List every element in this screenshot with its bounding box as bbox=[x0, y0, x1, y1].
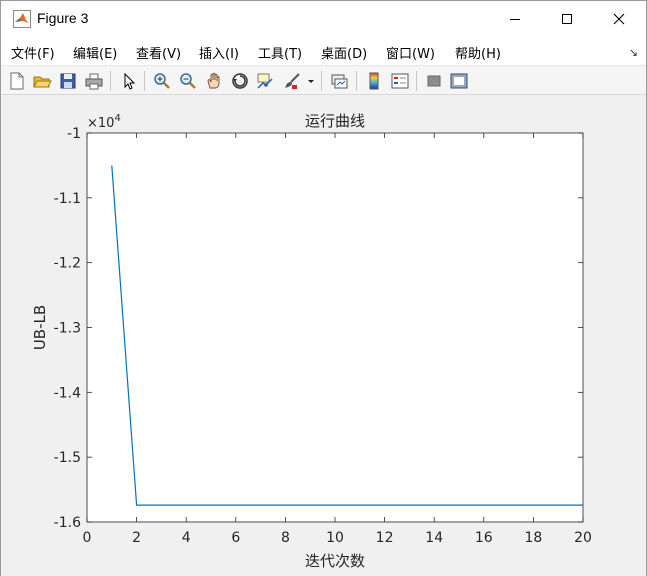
zoom-out-icon[interactable] bbox=[178, 71, 198, 91]
y-tick-label: -1.2 bbox=[54, 256, 81, 272]
toolbar-separator bbox=[110, 71, 111, 91]
close-button[interactable] bbox=[596, 1, 642, 37]
x-tick-label: 2 bbox=[132, 530, 141, 546]
x-tick-label: 0 bbox=[83, 530, 92, 546]
x-axis-label: 迭代次数 bbox=[305, 552, 365, 570]
plot-svg: 0 2 4 6 8 10 12 14 16 18 20 -1.6 -1.5 -1.4 -1.3 -1.2 -1.… bbox=[31, 112, 592, 570]
toolbar-separator bbox=[416, 71, 417, 91]
menu-view[interactable]: 查看(V) bbox=[136, 43, 181, 62]
y-exponent-base: ×10 bbox=[87, 116, 114, 131]
hide-tools-icon[interactable] bbox=[424, 71, 444, 91]
y-tick-label: -1 bbox=[67, 126, 81, 142]
figure-toolbar bbox=[1, 65, 646, 95]
y-tick-label: -1.1 bbox=[54, 191, 81, 207]
menu-insert[interactable]: 插入(I) bbox=[199, 43, 239, 62]
x-tick-label: 12 bbox=[376, 530, 394, 546]
menu-bar: 文件(F) 编辑(E) 查看(V) 插入(I) 工具(T) 桌面(D) 窗口(W… bbox=[1, 37, 646, 65]
zoom-in-icon[interactable] bbox=[152, 71, 172, 91]
maximize-icon bbox=[562, 14, 572, 24]
new-figure-icon[interactable] bbox=[7, 71, 27, 91]
menu-overflow-icon[interactable]: ↘ bbox=[629, 46, 638, 59]
toolbar-separator bbox=[144, 71, 145, 91]
x-tick-label: 14 bbox=[425, 530, 443, 546]
x-tick-label: 18 bbox=[524, 530, 542, 546]
x-tick-label: 20 bbox=[574, 530, 592, 546]
y-tick-label: -1.6 bbox=[54, 515, 81, 531]
y-exponent-power: 4 bbox=[114, 113, 120, 124]
x-tick-label: 10 bbox=[326, 530, 344, 546]
window-title: Figure 3 bbox=[37, 10, 89, 26]
save-icon[interactable] bbox=[58, 71, 78, 91]
menu-window[interactable]: 窗口(W) bbox=[386, 43, 435, 62]
minimize-button[interactable] bbox=[492, 1, 538, 37]
close-icon bbox=[613, 13, 625, 25]
colorbar-icon[interactable] bbox=[364, 71, 384, 91]
menu-tools[interactable]: 工具(T) bbox=[258, 43, 302, 62]
show-tools-icon[interactable] bbox=[449, 71, 469, 91]
matlab-icon bbox=[13, 10, 31, 28]
x-tick-label: 8 bbox=[281, 530, 290, 546]
toolbar-separator bbox=[356, 71, 357, 91]
rotate-icon[interactable] bbox=[230, 71, 250, 91]
y-axis-label: UB-LB bbox=[31, 305, 49, 350]
pointer-icon[interactable] bbox=[119, 71, 139, 91]
chart-title: 运行曲线 bbox=[305, 112, 365, 130]
figure-canvas: 0 2 4 6 8 10 12 14 16 18 20 -1.6 -1.5 -1.4 -1.3 -1.2 -1.… bbox=[1, 96, 646, 576]
y-exponent-label: ×104 bbox=[87, 113, 121, 131]
x-tick-label: 6 bbox=[231, 530, 240, 546]
open-icon[interactable] bbox=[32, 71, 52, 91]
axes[interactable]: 0 2 4 6 8 10 12 14 16 18 20 -1.6 -1.5 -1.4 -1.3 -1.2 -1.… bbox=[54, 126, 592, 546]
axes-background bbox=[87, 133, 583, 522]
y-tick-label: -1.4 bbox=[54, 385, 81, 401]
menu-edit[interactable]: 编辑(E) bbox=[73, 43, 117, 62]
data-cursor-icon[interactable] bbox=[255, 71, 275, 91]
y-tick-label: -1.5 bbox=[54, 450, 81, 466]
print-icon[interactable] bbox=[84, 71, 104, 91]
x-tick-label: 4 bbox=[182, 530, 191, 546]
toolbar-separator bbox=[321, 71, 322, 91]
x-tick-label: 16 bbox=[475, 530, 493, 546]
link-icon[interactable] bbox=[329, 71, 349, 91]
menu-help[interactable]: 帮助(H) bbox=[455, 43, 501, 62]
pan-icon[interactable] bbox=[204, 71, 224, 91]
y-tick-label: -1.3 bbox=[54, 321, 81, 337]
minimize-icon bbox=[510, 19, 520, 20]
menu-file[interactable]: 文件(F) bbox=[11, 43, 55, 62]
brush-dropdown-icon[interactable] bbox=[305, 71, 317, 91]
brush-icon[interactable] bbox=[282, 71, 302, 91]
menu-desktop[interactable]: 桌面(D) bbox=[321, 43, 367, 62]
legend-icon[interactable] bbox=[390, 71, 410, 91]
maximize-button[interactable] bbox=[544, 1, 590, 37]
figure-window: Figure 3 文件(F) 编辑(E) 查看(V) 插入(I) 工具(T) 桌… bbox=[0, 0, 647, 576]
title-bar[interactable]: Figure 3 bbox=[1, 1, 646, 37]
